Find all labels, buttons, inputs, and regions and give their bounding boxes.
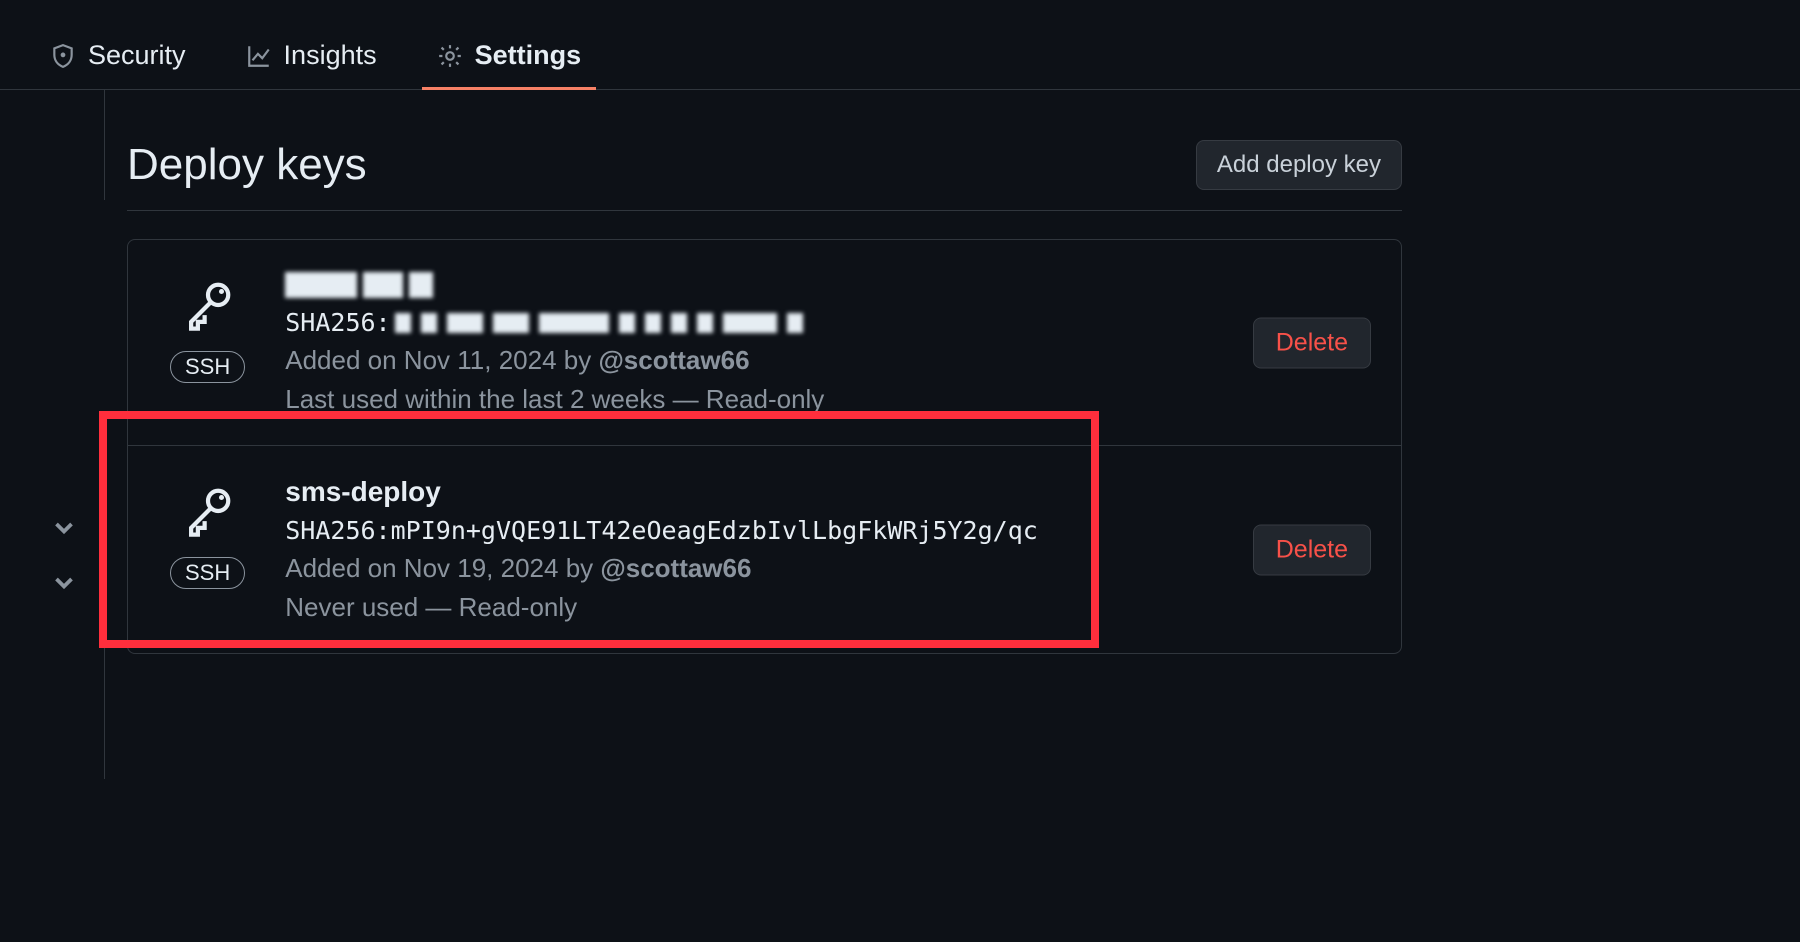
- gear-icon: [437, 43, 463, 69]
- page-title: Deploy keys: [127, 140, 367, 190]
- ssh-badge: SSH: [170, 351, 245, 383]
- key-used-text: Last used within the last 2 weeks — Read…: [285, 384, 1371, 415]
- add-deploy-key-button[interactable]: Add deploy key: [1196, 140, 1402, 190]
- tab-label: Settings: [475, 40, 582, 71]
- delete-button[interactable]: Delete: [1253, 317, 1371, 368]
- key-added-text: Added on Nov 19, 2024 by @scottaw66: [285, 553, 1371, 584]
- graph-icon: [246, 43, 272, 69]
- deploy-key-row: SSH SHA256:: [128, 240, 1401, 446]
- key-icon-block: SSH: [170, 476, 245, 589]
- tab-settings[interactable]: Settings: [427, 22, 592, 89]
- key-name-redacted: [285, 270, 1371, 300]
- key-icon-block: SSH: [170, 270, 245, 383]
- key-details: sms-deploy SHA256:mPI9n+gVQE91LT42eOeagE…: [285, 476, 1371, 623]
- key-icon: [181, 278, 235, 337]
- delete-button[interactable]: Delete: [1253, 524, 1371, 575]
- key-fingerprint: SHA256:: [285, 308, 1371, 337]
- page-header: Deploy keys Add deploy key: [127, 140, 1402, 211]
- deploy-key-row: SSH sms-deploy SHA256:mPI9n+gVQE91LT42eO…: [128, 446, 1401, 653]
- tab-label: Security: [88, 40, 186, 71]
- key-used-text: Never used — Read-only: [285, 592, 1371, 623]
- key-fingerprint: SHA256:mPI9n+gVQE91LT42eOeagEdzbIvlLbgFk…: [285, 516, 1371, 545]
- chevron-down-icon[interactable]: [52, 570, 76, 599]
- user-link[interactable]: @scottaw66: [598, 345, 749, 375]
- sidebar-section: [0, 90, 105, 200]
- main-content: Deploy keys Add deploy key SSH SHA256:: [127, 90, 1402, 654]
- key-icon: [181, 484, 235, 543]
- user-link[interactable]: @scottaw66: [600, 553, 751, 583]
- ssh-badge: SSH: [170, 557, 245, 589]
- key-added-text: Added on Nov 11, 2024 by @scottaw66: [285, 345, 1371, 376]
- key-details: SHA256:: [285, 270, 1371, 415]
- repo-tabs: Security Insights Settings: [0, 0, 1800, 90]
- tab-security[interactable]: Security: [40, 22, 196, 89]
- deploy-keys-list: SSH SHA256:: [127, 239, 1402, 654]
- tab-label: Insights: [284, 40, 377, 71]
- chevron-down-icon[interactable]: [52, 515, 76, 544]
- shield-icon: [50, 43, 76, 69]
- key-name: sms-deploy: [285, 476, 1371, 508]
- tab-insights[interactable]: Insights: [236, 22, 387, 89]
